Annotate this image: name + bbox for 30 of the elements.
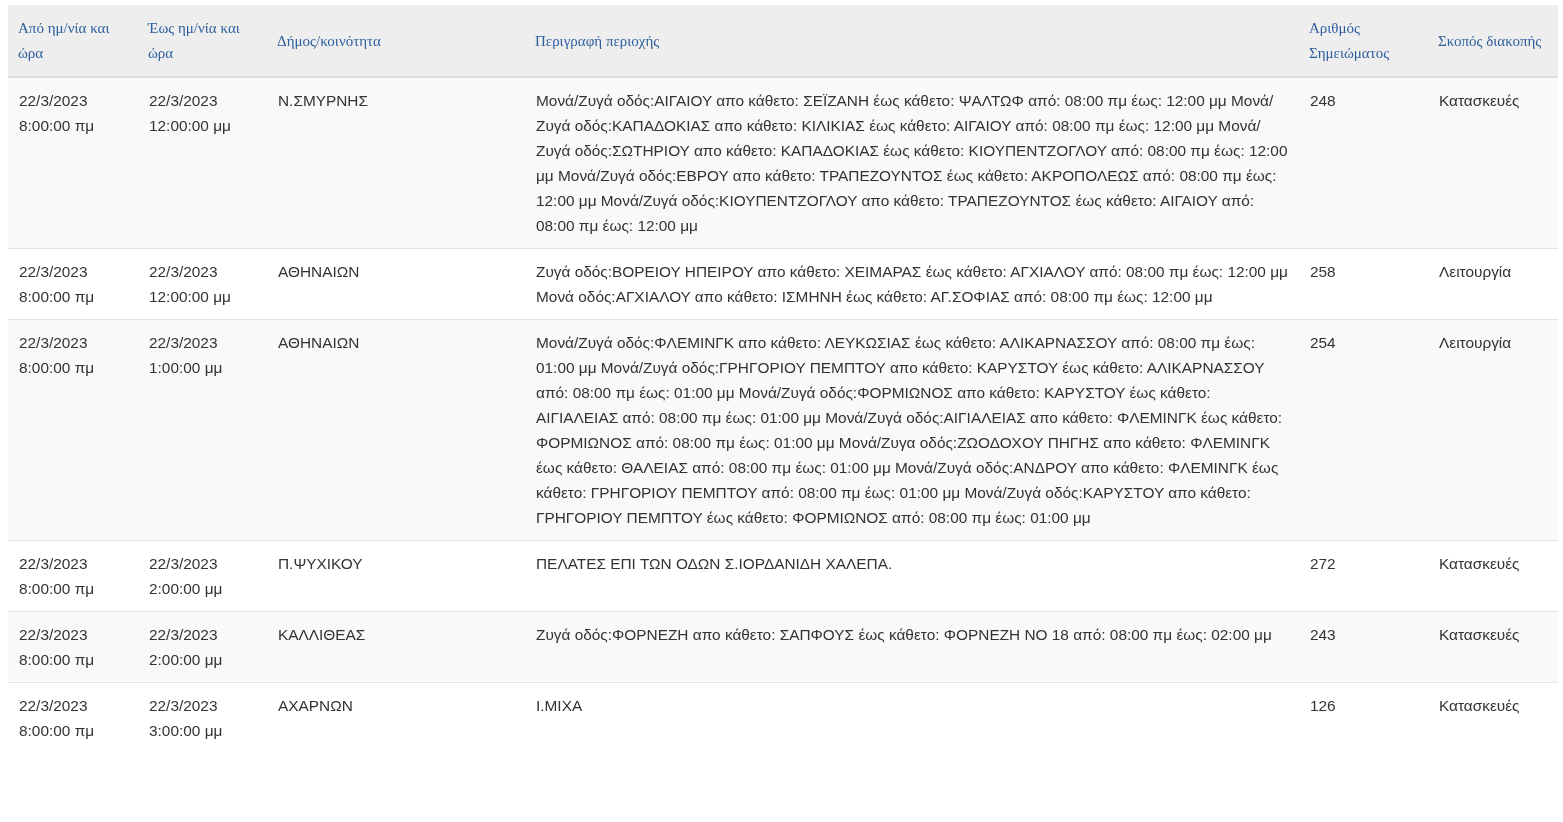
table-cell: ΑΘΗΝΑΙΩΝ bbox=[267, 319, 525, 541]
table-cell: 22/3/2023 8:00:00 πμ bbox=[8, 611, 138, 683]
table-cell: Κατασκευές bbox=[1428, 682, 1558, 753]
table-cell: 22/3/2023 8:00:00 πμ bbox=[8, 319, 138, 541]
table-cell: Κατασκευές bbox=[1428, 611, 1558, 683]
table-cell: Μονά/Ζυγά οδός:ΑΙΓΑΙΟΥ απο κάθετο: ΣΕΪΖΑΝΗ έως κάθετο: ΨΑΛΤΩΦ από: 08:00 πμ έως: 12:00 μμ Μονά/Ζυγά οδός:ΚΑΠΑΔΟΚΙΑΣ απο κάθετο: ΚΙΛΙΚΙΑΣ έως κάθετο: ΑΙΓΑΙΟΥ από: 08:00 πμ έως: 12:00 μμ Μονά/Ζυγά οδός:ΣΩΤΗΡΙΟΥ απο κάθετο: ΚΑΠΑΔΟΚΙΑΣ έως κάθετο: ΚΙΟΥΠΕΝΤΖΟΓΛΟΥ από: 08:00 πμ έως: 12:00 μμ Μονά/Ζυγά οδός:ΕΒΡΟΥ απο κάθετο: ΤΡΑΠΕΖΟΥΝΤΟΣ έως κάθετο: ΑΚΡΟΠΟΛΕΩΣ από: 08:00 πμ έως: 12:00 μμ Μονά/Ζυγά οδός:ΚΙΟΥΠΕΝΤΖΟΓΛΟΥ απο κάθετο: ΤΡΑΠΕΖΟΥΝΤΟΣ έως κάθετο: ΑΙΓΑΙΟΥ από: 08:00 πμ έως: 12:00 μμ bbox=[525, 77, 1299, 249]
table-cell: 22/3/2023 12:00:00 μμ bbox=[138, 77, 267, 249]
table-cell: Ι.ΜΙΧΑ bbox=[525, 682, 1299, 753]
table-cell: Ζυγά οδός:ΦΟΡΝΕΖΗ απο κάθετο: ΣΑΠΦΟΥΣ έως κάθετο: ΦΟΡΝΕΖΗ ΝΟ 18 από: 08:00 πμ έως: 02:00 μμ bbox=[525, 611, 1299, 683]
table-cell: Κατασκευές bbox=[1428, 77, 1558, 249]
table-cell: 254 bbox=[1299, 319, 1428, 541]
column-header[interactable]: Έως ημ/νία και ώρα bbox=[138, 5, 267, 77]
table-cell: ΑΧΑΡΝΩΝ bbox=[267, 682, 525, 753]
table-cell: Λειτουργία bbox=[1428, 319, 1558, 541]
table-cell: 22/3/2023 3:00:00 μμ bbox=[138, 682, 267, 753]
table-cell: 22/3/2023 8:00:00 πμ bbox=[8, 682, 138, 753]
column-header[interactable]: Από ημ/νία και ώρα bbox=[8, 5, 138, 77]
table-cell: 22/3/2023 2:00:00 μμ bbox=[138, 611, 267, 683]
table-cell: 248 bbox=[1299, 77, 1428, 249]
table-cell: 126 bbox=[1299, 682, 1428, 753]
column-header[interactable]: Περιγραφή περιοχής bbox=[525, 5, 1299, 77]
column-header[interactable]: Αριθμός Σημειώματος bbox=[1299, 5, 1428, 77]
table-cell: 22/3/2023 8:00:00 πμ bbox=[8, 77, 138, 249]
table-cell: ΚΑΛΛΙΘΕΑΣ bbox=[267, 611, 525, 683]
table-cell: 243 bbox=[1299, 611, 1428, 683]
column-header[interactable]: Δήμος/κοινότητα bbox=[267, 5, 525, 77]
column-header[interactable]: Σκοπός διακοπής bbox=[1428, 5, 1558, 77]
table-cell: Μονά/Ζυγά οδός:ΦΛΕΜΙΝΓΚ απο κάθετο: ΛΕΥΚΩΣΙΑΣ έως κάθετο: ΑΛΙΚΑΡΝΑΣΣΟΥ από: 08:00 πμ έως: 01:00 μμ Μονά/Ζυγά οδός:ΓΡΗΓΟΡΙΟΥ ΠΕΜΠΤΟΥ απο κάθετο: ΚΑΡΥΣΤΟΥ έως κάθετο: ΑΛΙΚΑΡΝΑΣΣΟΥ από: 08:00 πμ έως: 01:00 μμ Μονά/Ζυγά οδός:ΦΟΡΜΙΩΝΟΣ απο κάθετο: ΚΑΡΥΣΤΟΥ έως κάθετο: ΑΙΓΙΑΛΕΙΑΣ από: 08:00 πμ έως: 01:00 μμ Μονά/Ζυγά οδός:ΑΙΓΙΑΛΕΙΑΣ απο κάθετο: ΦΛΕΜΙΝΓΚ έως κάθετο: ΦΟΡΜΙΩΝΟΣ από: 08:00 πμ έως: 01:00 μμ Μονά/Ζυγα οδός:ΖΩΟΔΟΧΟΥ ΠΗΓΗΣ απο κάθετο: ΦΛΕΜΙΝΓΚ έως κάθετο: ΘΑΛΕΙΑΣ από: 08:00 πμ έως: 01:00 μμ Μονά/Ζυγά οδός:ΑΝΔΡΟΥ απο κάθετο: ΦΛΕΜΙΝΓΚ έως κάθετο: ΓΡΗΓΟΡΙΟΥ ΠΕΜΠΤΟΥ από: 08:00 πμ έως: 01:00 μμ Μονά/Ζυγά οδός:ΚΑΡΥΣΤΟΥ απο κάθετο: ΓΡΗΓΟΡΙΟΥ ΠΕΜΠΤΟΥ έως κάθετο: ΦΟΡΜΙΩΝΟΣ από: 08:00 πμ έως: 01:00 μμ bbox=[525, 319, 1299, 541]
table-cell: 22/3/2023 1:00:00 μμ bbox=[138, 319, 267, 541]
table-cell: Ν.ΣΜΥΡΝΗΣ bbox=[267, 77, 525, 249]
